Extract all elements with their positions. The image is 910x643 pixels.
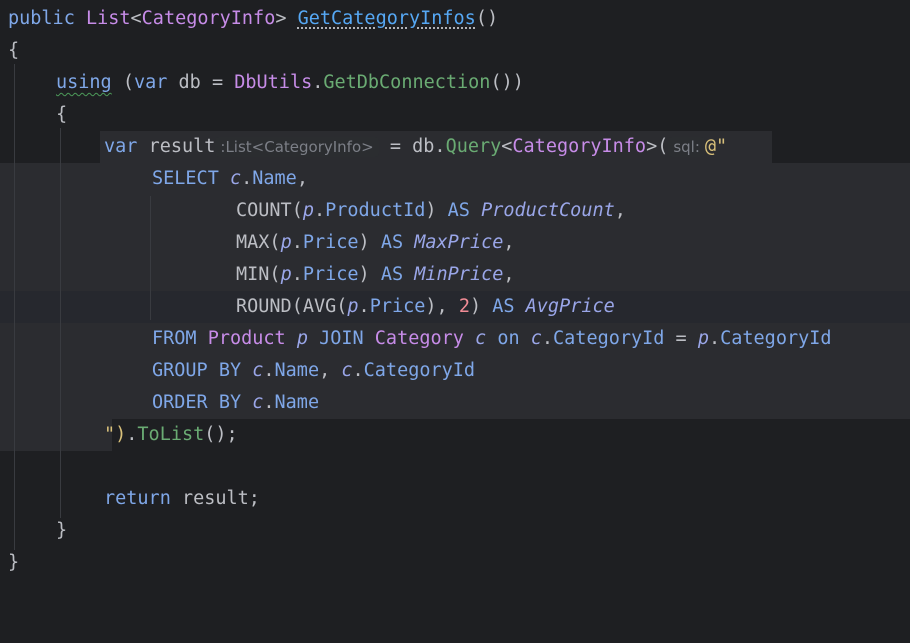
- keyword-var: var: [133, 72, 168, 93]
- sql-column-productid: ProductId: [325, 200, 426, 221]
- sql-group-by: GROUP BY: [152, 360, 242, 381]
- sql-alias-p: p: [280, 264, 292, 285]
- code-line-14[interactable]: ").ToList();: [0, 419, 910, 451]
- sql-as: AS: [447, 200, 470, 221]
- brace: {: [8, 40, 20, 61]
- brace: }: [8, 552, 20, 573]
- sql-column-price: Price: [302, 264, 359, 285]
- keyword-return: return: [104, 488, 171, 509]
- sql-alias-p: p: [697, 328, 709, 349]
- sql-alias-productcount: ProductCount: [481, 200, 615, 221]
- class-dbutils: DbUtils: [234, 72, 313, 93]
- sql-join: JOIN: [319, 328, 364, 349]
- type-category-info: CategoryInfo: [141, 8, 276, 29]
- method-name[interactable]: GetCategoryInfos: [298, 8, 476, 29]
- sql-column-categoryid: CategoryId: [363, 360, 476, 381]
- code-line-15[interactable]: [0, 451, 910, 483]
- sql-alias-c: c: [252, 392, 264, 413]
- sql-round: ROUND: [236, 296, 292, 317]
- code-line-13[interactable]: ORDER BY c.Name: [0, 387, 910, 419]
- sql-alias-c: c: [341, 360, 353, 381]
- code-line-4[interactable]: {: [0, 99, 910, 131]
- variable-result: result: [148, 136, 216, 157]
- keyword-using[interactable]: using: [56, 72, 112, 93]
- method-get-db-connection: GetDbConnection: [323, 72, 491, 93]
- sql-min: MIN: [236, 264, 270, 285]
- sql-number-literal: 2: [458, 296, 470, 317]
- sql-alias-c: c: [475, 328, 487, 349]
- sql-from: FROM: [152, 328, 197, 349]
- sql-alias-p: p: [296, 328, 308, 349]
- method-params: (): [475, 8, 499, 29]
- code-line-7[interactable]: COUNT(p.ProductId) AS ProductCount,: [0, 195, 910, 227]
- code-line-17[interactable]: }: [0, 515, 910, 547]
- code-line-12[interactable]: GROUP BY c.Name, c.CategoryId: [0, 355, 910, 387]
- sql-alias-c: c: [229, 168, 242, 189]
- sql-count: COUNT: [236, 200, 292, 221]
- sql-table-product: Product: [207, 328, 286, 349]
- code-line-3[interactable]: using (var db = DbUtils.GetDbConnection(…: [0, 67, 910, 99]
- sql-as: AS: [380, 264, 404, 285]
- sql-column-price: Price: [302, 232, 359, 253]
- method-tolist: ToList: [137, 424, 205, 445]
- code-line-11[interactable]: FROM Product p JOIN Category c on c.Cate…: [0, 323, 910, 355]
- code-line-8[interactable]: MAX(p.Price) AS MaxPrice,: [0, 227, 910, 259]
- code-line-6[interactable]: SELECT c.Name,: [0, 163, 910, 195]
- keyword-var: var: [104, 136, 138, 157]
- variable-result: result: [181, 488, 249, 509]
- sql-column-name: Name: [252, 168, 297, 189]
- sql-alias-p: p: [280, 232, 292, 253]
- verbatim-string-end: "): [104, 424, 127, 445]
- sql-order-by: ORDER BY: [152, 392, 242, 413]
- sql-column-name: Name: [274, 392, 320, 413]
- code-line-5[interactable]: var result:List<CategoryInfo> = db.Query…: [0, 131, 910, 163]
- verbatim-string-start: @": [704, 136, 728, 157]
- sql-as: AS: [492, 296, 515, 317]
- sql-max: MAX: [236, 232, 270, 253]
- sql-alias-p: p: [302, 200, 314, 221]
- code-line-1[interactable]: public List<CategoryInfo> GetCategoryInf…: [0, 3, 910, 35]
- type-list: List: [85, 8, 131, 29]
- code-line-16[interactable]: return result;: [0, 483, 910, 515]
- sql-as: AS: [380, 232, 404, 253]
- sql-column-price: Price: [369, 296, 426, 317]
- method-query: Query: [445, 136, 502, 157]
- brace: }: [56, 520, 68, 541]
- sql-on: on: [497, 328, 520, 349]
- code-editor[interactable]: public List<CategoryInfo> GetCategoryInf…: [0, 0, 910, 580]
- variable-db: db: [178, 72, 201, 93]
- sql-alias-c: c: [252, 360, 264, 381]
- code-line-2[interactable]: {: [0, 35, 910, 67]
- sql-column-name: Name: [274, 360, 320, 381]
- parameter-inlay-hint: sql:: [668, 137, 705, 157]
- variable-db: db: [412, 136, 435, 157]
- code-line-18[interactable]: }: [0, 547, 910, 579]
- code-line-9[interactable]: MIN(p.Price) AS MinPrice,: [0, 259, 910, 291]
- sql-alias-p: p: [347, 296, 359, 317]
- sql-alias-avgprice: AvgPrice: [525, 296, 615, 317]
- sql-select: SELECT: [152, 168, 219, 189]
- sql-table-category: Category: [374, 328, 464, 349]
- sql-alias-c: c: [530, 328, 542, 349]
- type-inlay-hint: :List<CategoryInfo>: [215, 137, 379, 157]
- sql-alias-minprice: MinPrice: [414, 264, 504, 285]
- sql-column-categoryid: CategoryId: [720, 328, 832, 349]
- sql-avg: AVG: [302, 296, 337, 317]
- sql-column-categoryid: CategoryId: [553, 328, 665, 349]
- keyword-public: public: [8, 8, 75, 29]
- code-line-10[interactable]: ROUND(AVG(p.Price), 2) AS AvgPrice: [0, 291, 910, 323]
- brace: {: [56, 104, 68, 125]
- sql-alias-maxprice: MaxPrice: [414, 232, 504, 253]
- type-category-info: CategoryInfo: [512, 136, 647, 157]
